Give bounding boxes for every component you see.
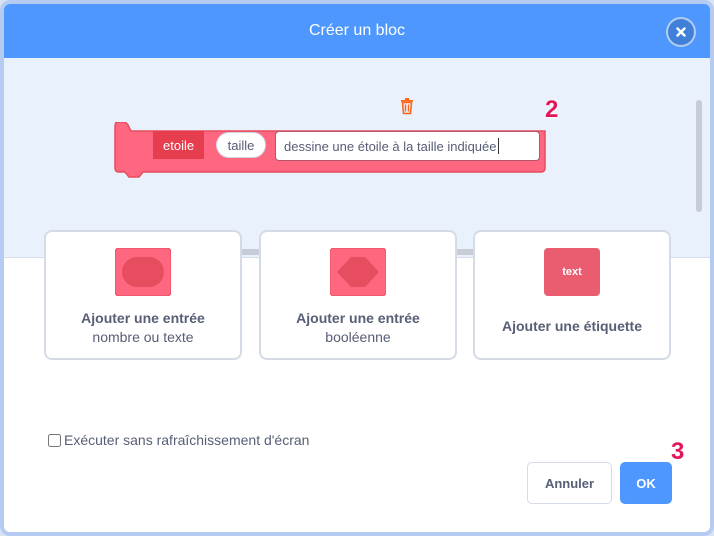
trash-icon[interactable] (399, 97, 415, 115)
vertical-scrollbar[interactable] (696, 100, 702, 212)
close-icon (676, 27, 686, 37)
annotation-badge: 3 (671, 438, 685, 465)
option-subtitle: nombre ou texte (92, 329, 194, 345)
rounded-input-icon (115, 248, 171, 296)
add-boolean-input-option[interactable]: Ajouter une entrée booléenne (259, 230, 457, 360)
option-title: Ajouter une entrée (296, 310, 420, 326)
annotation-badge: 2 (545, 96, 559, 123)
create-block-dialog: Créer un bloc etoile taille dessine une … (0, 0, 714, 536)
text-label-icon: text (544, 248, 600, 296)
run-without-refresh-option[interactable]: Exécuter sans rafraîchissement d'écran (48, 432, 309, 448)
block-name-label[interactable]: etoile (153, 131, 205, 159)
dialog-title: Créer un bloc (308, 22, 406, 39)
cancel-button[interactable]: Annuler (527, 462, 612, 504)
boolean-input-icon (330, 248, 386, 296)
dialog-header: Créer un bloc (4, 4, 710, 58)
option-title: Ajouter une entrée (81, 310, 205, 326)
option-subtitle: booléenne (325, 329, 391, 345)
ok-button[interactable]: OK (620, 462, 672, 504)
block-label-input[interactable]: dessine une étoile à la taille indiquée (275, 131, 540, 161)
block-preview-area: etoile taille dessine une étoile à la ta… (4, 58, 710, 258)
option-title: Ajouter une étiquette (501, 318, 642, 334)
block-input-pill[interactable]: taille (216, 132, 266, 158)
run-without-refresh-label: Exécuter sans rafraîchissement d'écran (64, 432, 310, 448)
add-number-text-input-option[interactable]: Ajouter une entrée nombre ou texte (44, 230, 242, 360)
close-button[interactable] (666, 17, 696, 47)
block-label-text: dessine une étoile à la taille indiquée (284, 138, 497, 154)
add-label-option[interactable]: text Ajouter une étiquette (473, 230, 671, 360)
run-without-refresh-checkbox[interactable] (48, 433, 61, 447)
text-caret (497, 138, 499, 154)
